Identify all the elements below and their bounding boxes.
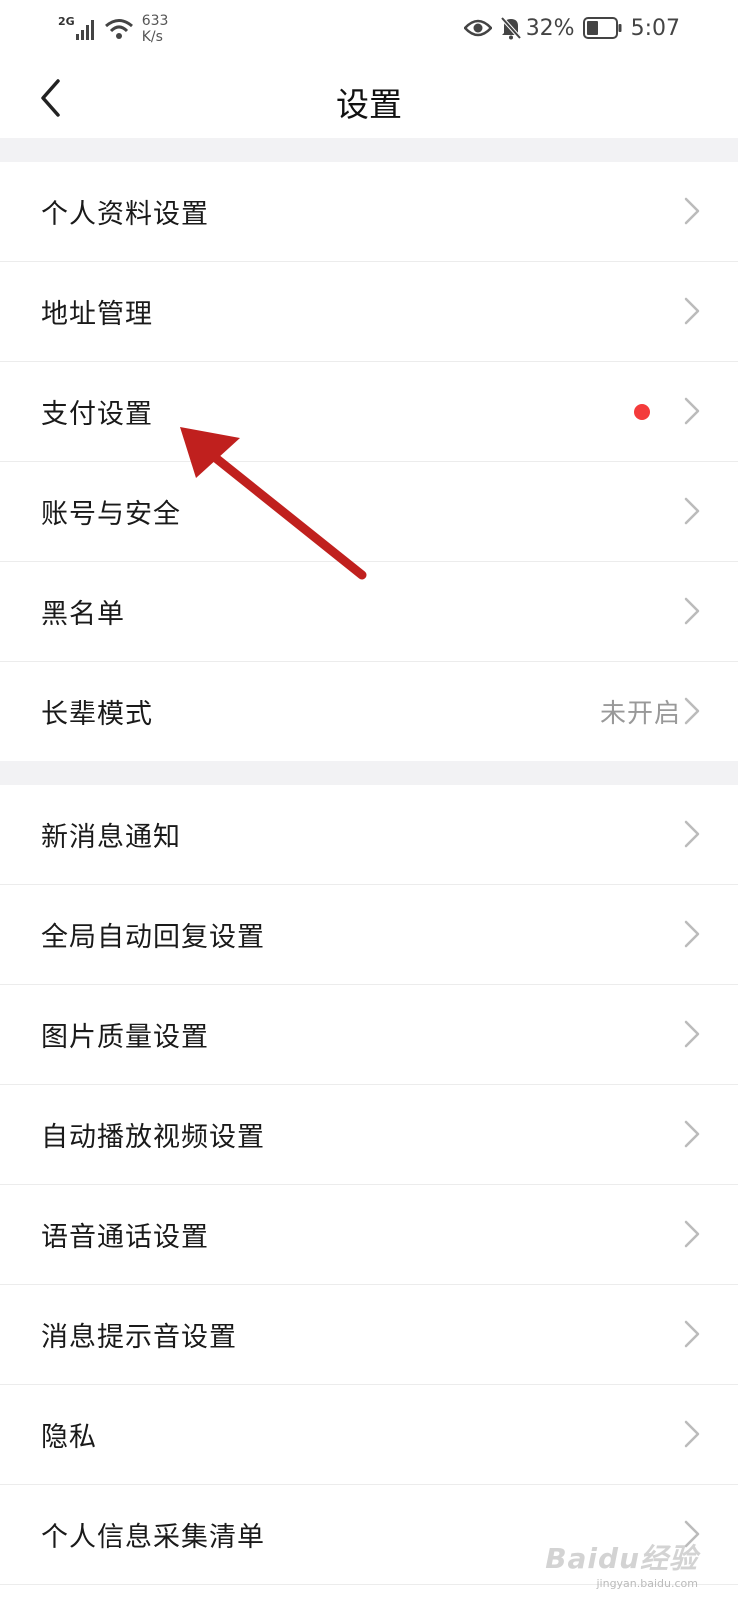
chevron-right-icon <box>684 1320 700 1348</box>
chevron-right-icon <box>684 920 700 948</box>
settings-item-new-message-notification[interactable]: 新消息通知 <box>0 785 738 885</box>
settings-item-label: 长辈模式 <box>41 699 153 730</box>
page-title: 设置 <box>336 85 402 124</box>
chevron-right-icon <box>684 397 700 425</box>
speed-value: 633 <box>141 13 169 29</box>
chevron-right-icon <box>684 1020 700 1048</box>
settings-item-auto-reply[interactable]: 全局自动回复设置 <box>0 885 738 985</box>
settings-item-label: 新消息通知 <box>41 822 181 853</box>
battery-percent: 32% <box>525 15 575 41</box>
speed-unit: K/s <box>141 29 163 45</box>
clock: 5:07 <box>630 15 680 41</box>
section-divider <box>0 138 738 162</box>
settings-item-autoplay-video[interactable]: 自动播放视频设置 <box>0 1085 738 1185</box>
settings-item-label: 图片质量设置 <box>41 1022 209 1053</box>
settings-item-label: 自动播放视频设置 <box>41 1122 265 1153</box>
settings-item-label: 黑名单 <box>41 599 125 630</box>
settings-item-voice-call[interactable]: 语音通话设置 <box>0 1185 738 1285</box>
settings-group-2: 新消息通知 全局自动回复设置 图片质量设置 自动播放视频设置 语音通话设置 消息… <box>0 785 738 1585</box>
watermark-url: jingyan.baidu.com <box>596 1577 698 1590</box>
navigation-header: 设置 <box>0 56 738 140</box>
chevron-right-icon <box>684 697 700 725</box>
settings-item-label: 账号与安全 <box>41 499 181 530</box>
wifi-icon <box>104 19 133 39</box>
settings-item-privacy[interactable]: 隐私 <box>0 1385 738 1485</box>
settings-item-elder-mode[interactable]: 长辈模式 未开启 <box>0 662 738 761</box>
settings-item-message-sound[interactable]: 消息提示音设置 <box>0 1285 738 1385</box>
section-divider <box>0 761 738 785</box>
settings-item-image-quality[interactable]: 图片质量设置 <box>0 985 738 1085</box>
chevron-right-icon <box>684 1420 700 1448</box>
network-type: 2G <box>58 14 75 28</box>
chevron-right-icon <box>684 820 700 848</box>
signal-icon <box>75 20 94 40</box>
settings-item-label: 个人信息采集清单 <box>41 1522 265 1553</box>
watermark-brand: Baidu经验 <box>545 1542 698 1575</box>
chevron-right-icon <box>684 497 700 525</box>
mute-bell-icon <box>500 16 522 40</box>
status-right: 32% 5:07 <box>456 12 680 44</box>
chevron-right-icon <box>684 597 700 625</box>
settings-item-label: 全局自动回复设置 <box>41 922 265 953</box>
settings-item-label: 地址管理 <box>41 299 153 330</box>
status-bar: 2G 633 K/s 32% 5:07 <box>0 0 738 56</box>
watermark: Baidu经验 jingyan.baidu.com <box>545 1537 698 1590</box>
eye-icon <box>463 19 492 37</box>
chevron-right-icon <box>684 1220 700 1248</box>
settings-item-profile[interactable]: 个人资料设置 <box>0 162 738 262</box>
chevron-right-icon <box>684 197 700 225</box>
settings-item-label: 隐私 <box>41 1422 97 1453</box>
settings-item-blacklist[interactable]: 黑名单 <box>0 562 738 662</box>
settings-list: 个人资料设置 地址管理 支付设置 账号与安全 黑名单 长辈模式 未开启 新消息通… <box>0 138 738 1585</box>
settings-item-label: 语音通话设置 <box>41 1222 209 1253</box>
chevron-right-icon <box>684 297 700 325</box>
settings-item-label: 个人资料设置 <box>41 199 209 230</box>
settings-item-label: 消息提示音设置 <box>41 1322 237 1353</box>
settings-group-1: 个人资料设置 地址管理 支付设置 账号与安全 黑名单 长辈模式 未开启 <box>0 162 738 761</box>
network-speed: 633 K/s <box>142 13 169 45</box>
status-left: 2G 633 K/s <box>58 12 168 46</box>
chevron-right-icon <box>684 1120 700 1148</box>
settings-item-payment[interactable]: 支付设置 <box>0 362 738 462</box>
battery-icon <box>582 17 622 39</box>
elder-mode-status: 未开启 <box>599 699 681 729</box>
settings-item-address[interactable]: 地址管理 <box>0 262 738 362</box>
settings-item-label: 支付设置 <box>41 399 153 430</box>
settings-item-account-security[interactable]: 账号与安全 <box>0 462 738 562</box>
notification-dot <box>634 403 650 420</box>
